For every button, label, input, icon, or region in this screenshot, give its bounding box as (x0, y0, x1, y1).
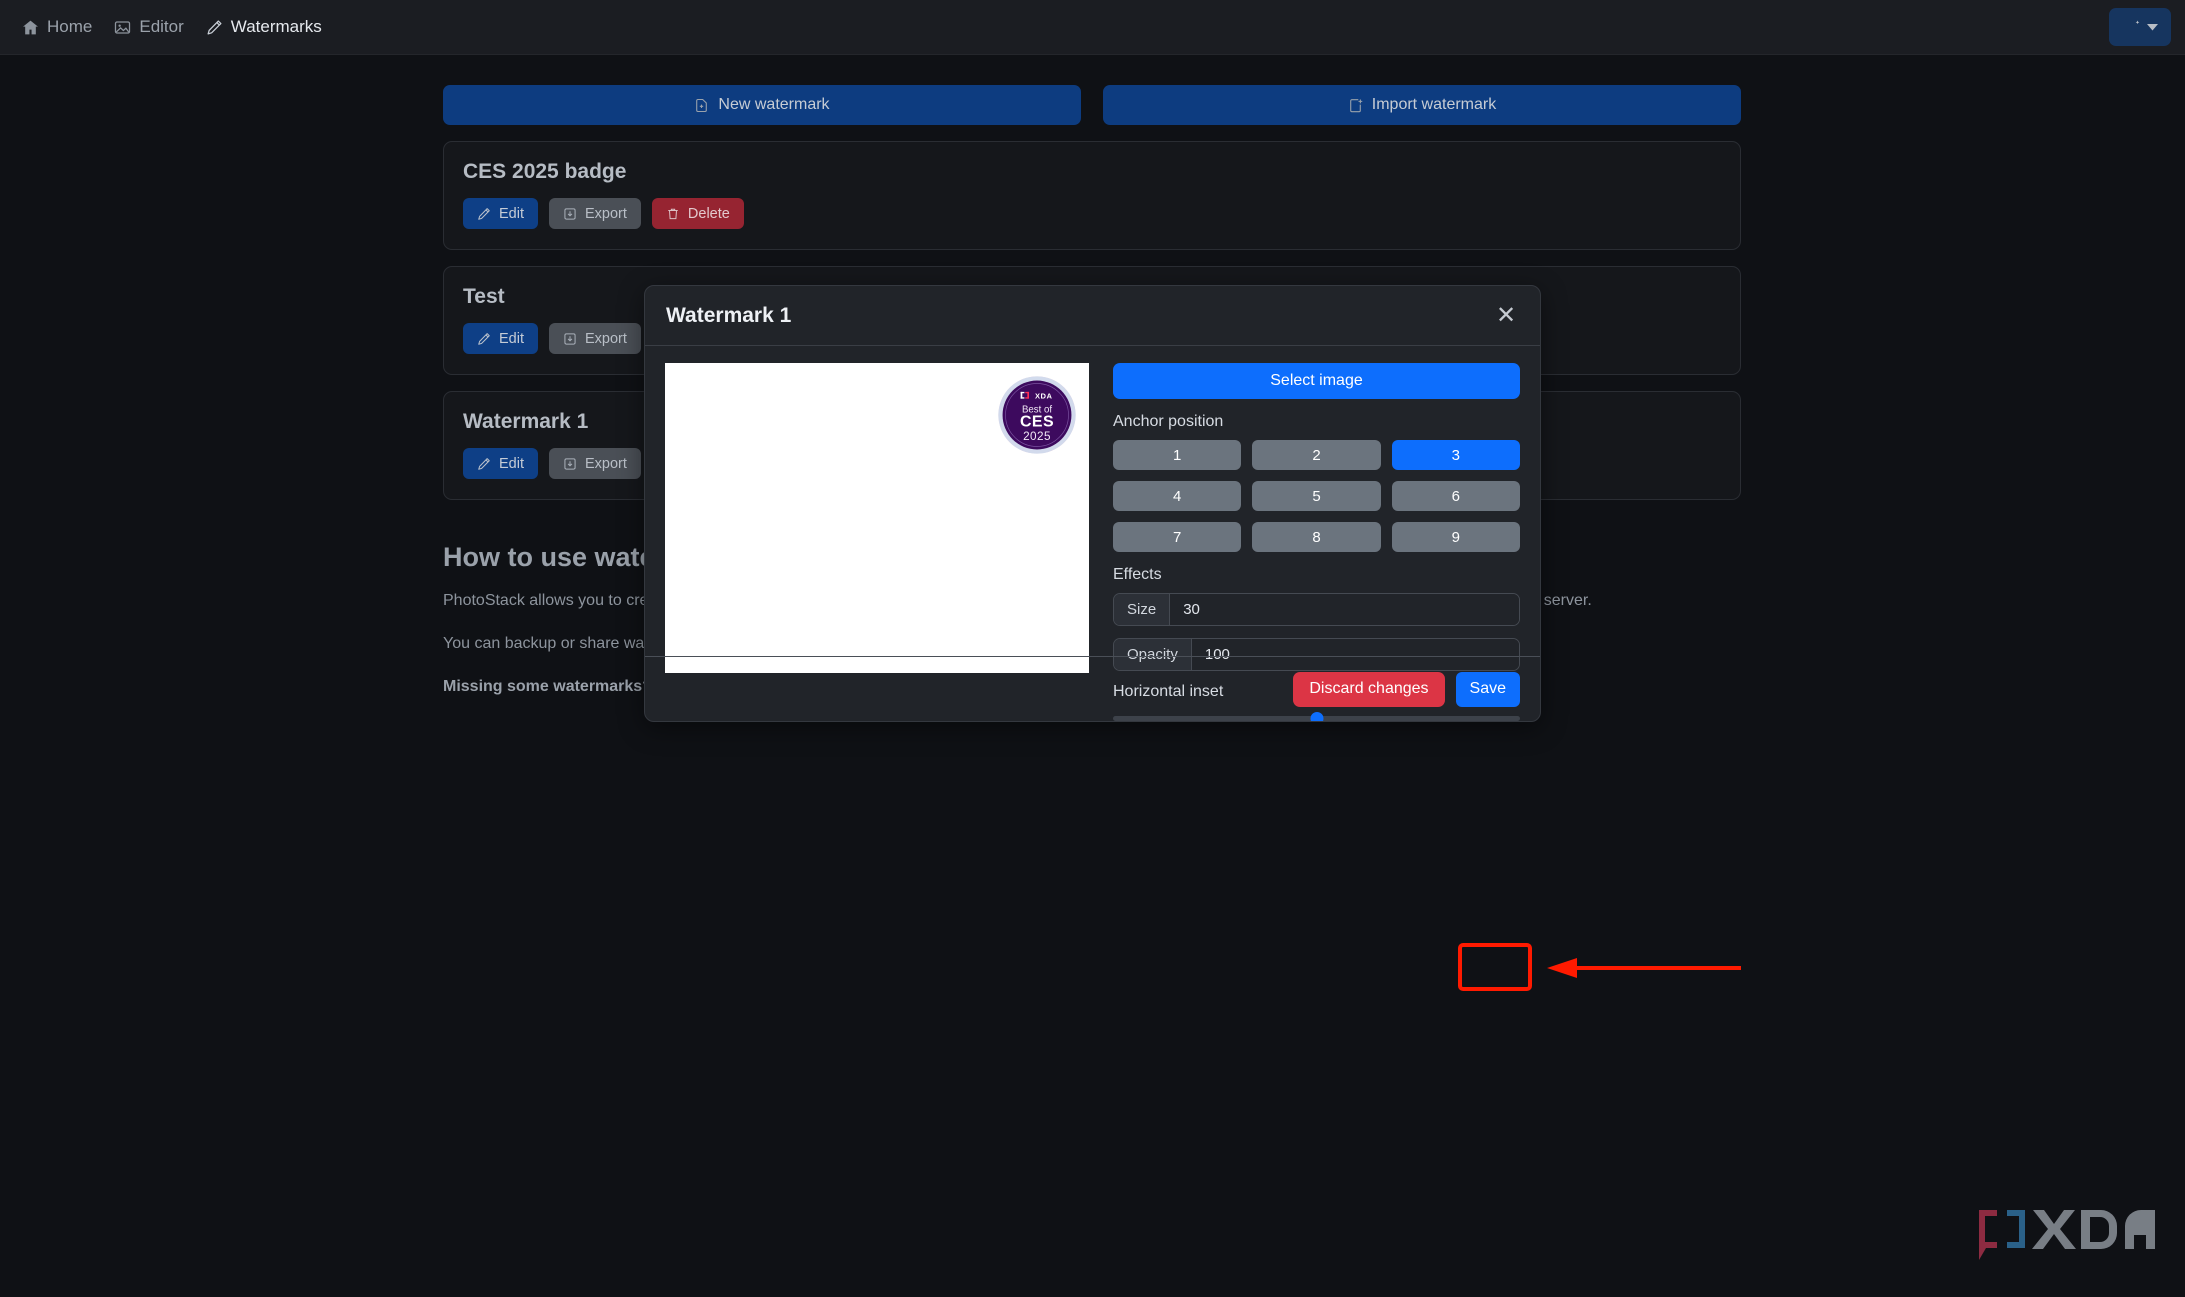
anchor-option-3[interactable]: 3 (1391, 440, 1520, 470)
watermark-preview: XDA Best of CES 2025 (665, 363, 1089, 673)
anchor-option-1[interactable]: 1 (1113, 440, 1242, 470)
dialog-header: Watermark 1 ✕ (645, 286, 1540, 346)
watermark-card: CES 2025 badge Edit Export Delete (443, 141, 1741, 250)
anchor-option-7[interactable]: 7 (1113, 522, 1242, 552)
size-input[interactable] (1170, 594, 1519, 625)
ces-badge-image: XDA Best of CES 2025 (995, 373, 1079, 457)
import-icon (1348, 98, 1363, 113)
close-icon[interactable]: ✕ (1493, 303, 1519, 329)
export-button[interactable]: Export (549, 448, 641, 479)
trash-icon (666, 207, 680, 221)
image-icon (114, 19, 131, 36)
new-file-icon (694, 98, 709, 113)
delete-button[interactable]: Delete (651, 198, 744, 229)
dialog-footer: Discard changes Save (645, 656, 1540, 721)
watermark-edit-dialog: Watermark 1 ✕ XDA Best of CES 2025 Selec… (644, 285, 1541, 722)
export-button[interactable]: Export (549, 198, 641, 229)
nav-link-editor-label: Editor (139, 17, 184, 36)
nav-link-watermarks[interactable]: Watermarks (206, 17, 322, 37)
anchor-option-5[interactable]: 5 (1252, 481, 1381, 511)
theme-toggle-button[interactable] (2109, 8, 2171, 46)
nav-link-home[interactable]: Home (22, 17, 92, 37)
top-navbar: Home Editor Watermarks (0, 0, 2185, 55)
new-watermark-button[interactable]: New watermark (443, 85, 1081, 125)
moon-icon (2123, 18, 2142, 37)
watermark-card-actions: Edit Export (463, 198, 1721, 229)
delete-button-label: Delete (687, 205, 730, 222)
pencil-icon (206, 19, 223, 36)
nav-link-editor[interactable]: Editor (114, 17, 184, 37)
new-watermark-label: New watermark (718, 96, 830, 113)
edit-button-label: Edit (499, 205, 524, 222)
export-icon (563, 332, 577, 346)
export-button-label: Export (585, 330, 627, 347)
nav-link-watermarks-label: Watermarks (230, 17, 322, 36)
size-field-group: Size (1113, 593, 1520, 626)
watermark-name: CES 2025 badge (463, 160, 627, 183)
anchor-position-grid: 1 2 3 4 5 6 7 8 9 (1113, 440, 1520, 552)
pencil-icon (477, 457, 491, 471)
anchor-option-6[interactable]: 6 (1391, 481, 1520, 511)
top-actions-row: New watermark Import watermark (443, 85, 1741, 125)
pencil-icon (477, 332, 491, 346)
export-icon (563, 207, 577, 221)
export-button-label: Export (585, 455, 627, 472)
edit-button-label: Edit (499, 330, 524, 347)
anchor-option-2[interactable]: 2 (1252, 440, 1381, 470)
anchor-option-8[interactable]: 8 (1252, 522, 1381, 552)
export-button-label: Export (585, 205, 627, 222)
anchor-position-label: Anchor position (1113, 413, 1224, 430)
pencil-icon (477, 207, 491, 221)
chevron-down-icon (2146, 23, 2158, 31)
import-watermark-button[interactable]: Import watermark (1103, 85, 1741, 125)
select-image-button[interactable]: Select image (1113, 363, 1520, 399)
dialog-title: Watermark 1 (666, 303, 792, 327)
svg-text:2025: 2025 (1023, 430, 1051, 443)
edit-button[interactable]: Edit (463, 323, 538, 354)
xda-watermark-logo (1957, 1200, 2157, 1264)
edit-button[interactable]: Edit (463, 448, 538, 479)
anchor-option-9[interactable]: 9 (1391, 522, 1520, 552)
import-watermark-label: Import watermark (1371, 96, 1497, 113)
export-button[interactable]: Export (549, 323, 641, 354)
breadcrumb: Home Editor Watermarks (22, 17, 322, 37)
effects-label: Effects (1113, 566, 1162, 583)
nav-link-home-label: Home (47, 17, 93, 36)
svg-text:XDA: XDA (1035, 392, 1052, 401)
discard-changes-button[interactable]: Discard changes (1293, 671, 1445, 707)
svg-text:CES: CES (1020, 414, 1054, 431)
home-icon (22, 19, 39, 36)
edit-button-label: Edit (499, 455, 524, 472)
save-button[interactable]: Save (1455, 671, 1520, 707)
anchor-option-4[interactable]: 4 (1113, 481, 1242, 511)
edit-button[interactable]: Edit (463, 198, 538, 229)
size-field-label: Size (1114, 594, 1171, 625)
export-icon (563, 457, 577, 471)
